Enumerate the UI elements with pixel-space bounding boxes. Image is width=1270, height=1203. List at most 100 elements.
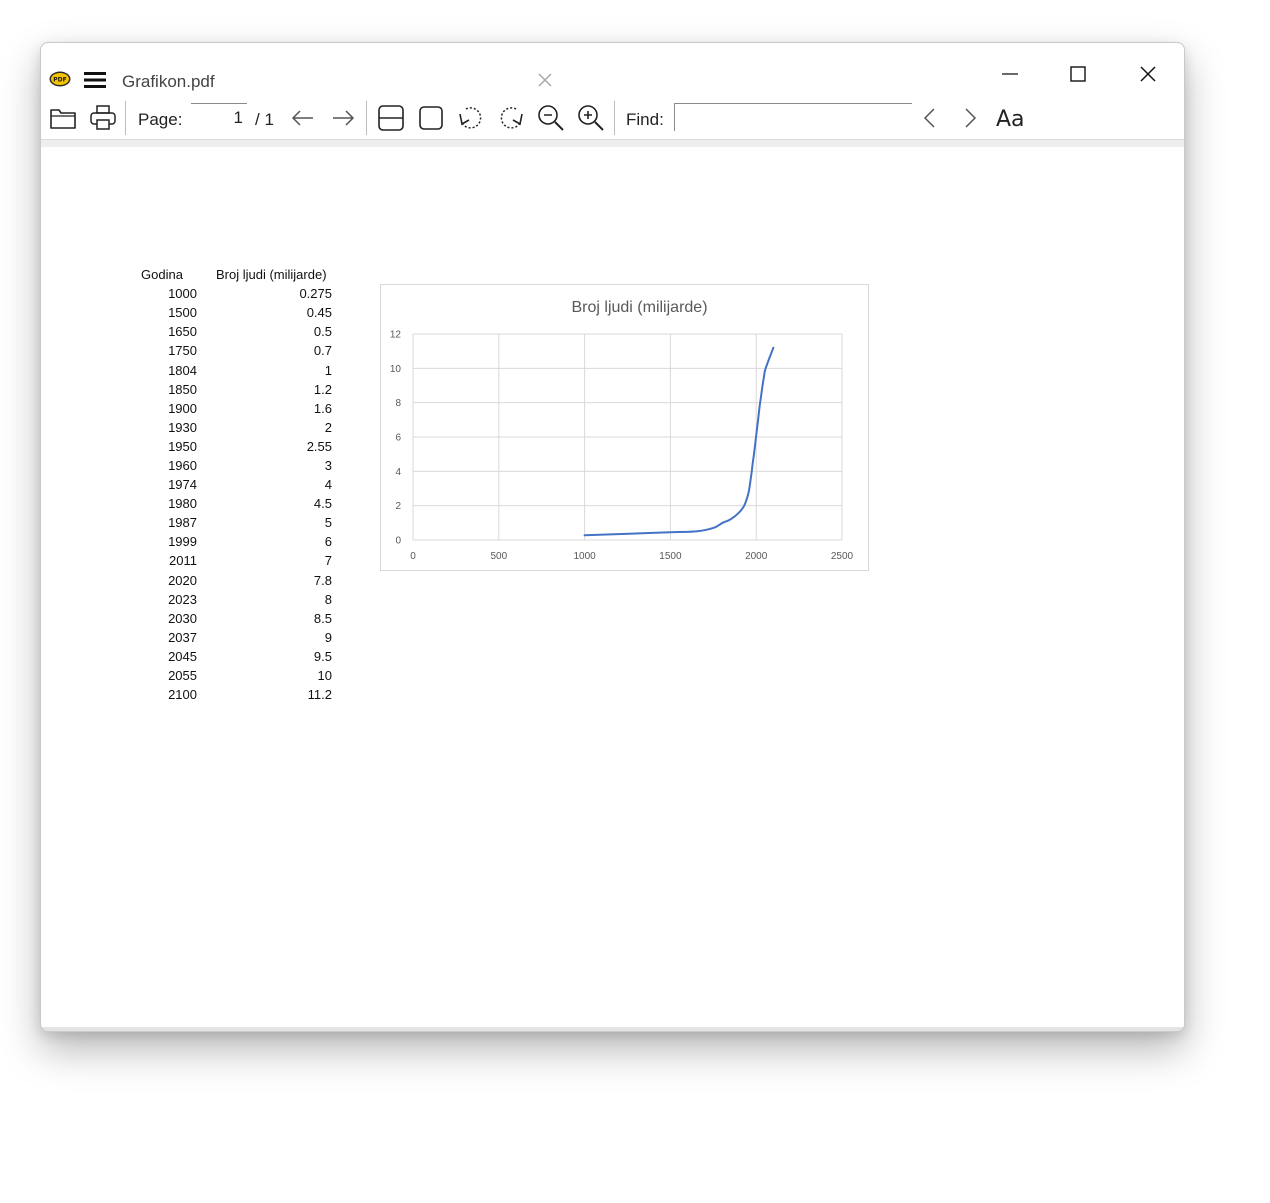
cell-population: 4.5 bbox=[313, 496, 332, 512]
cell-year: 1850 bbox=[168, 381, 197, 397]
cell-population: 3 bbox=[324, 457, 332, 473]
chevron-right-icon[interactable] bbox=[955, 103, 985, 133]
cell-population: 11.2 bbox=[307, 687, 332, 703]
cell-year: 2023 bbox=[168, 591, 197, 607]
table-row: 1850 1.2 bbox=[137, 380, 332, 399]
cell-year: 1900 bbox=[168, 400, 197, 416]
table-row: 1750 0.7 bbox=[137, 341, 332, 360]
cell-year: 2011 bbox=[169, 553, 197, 569]
cell-population: 5 bbox=[324, 515, 332, 531]
cell-population: 8.5 bbox=[313, 610, 332, 626]
cell-population: 7.8 bbox=[313, 572, 332, 588]
table-row: 1900 1.6 bbox=[137, 399, 332, 418]
y-tick-label: 4 bbox=[395, 467, 401, 478]
cell-population: 0.5 bbox=[313, 324, 332, 340]
cell-year: 2045 bbox=[168, 648, 197, 664]
match-case-button[interactable]: Aa bbox=[996, 107, 1025, 132]
cell-population: 0.45 bbox=[306, 305, 332, 321]
y-tick-label: 0 bbox=[395, 536, 401, 547]
cell-year: 1974 bbox=[168, 477, 197, 493]
column-header-year: Godina bbox=[141, 267, 183, 283]
maximize-icon[interactable] bbox=[1057, 53, 1099, 95]
pdf-app-icon: PDF bbox=[49, 71, 71, 87]
fit-page-icon[interactable] bbox=[416, 103, 446, 133]
arrow-left-icon[interactable] bbox=[288, 103, 318, 133]
cell-population: 10 bbox=[317, 668, 332, 684]
y-tick-label: 10 bbox=[390, 364, 402, 375]
cell-population: 0.275 bbox=[299, 286, 332, 302]
y-tick-label: 2 bbox=[395, 501, 401, 512]
table-row: 1987 5 bbox=[137, 513, 332, 532]
find-input[interactable] bbox=[674, 103, 912, 131]
table-body: 1000 0.275 1500 0.45 1650 0.5 1750 0.7 1804 1 1850… bbox=[137, 284, 332, 704]
column-header-population: Broj ljudi (milijarde) bbox=[216, 267, 327, 283]
table-row: 2020 7.8 bbox=[137, 571, 332, 590]
cell-year: 2030 bbox=[168, 610, 197, 626]
table-row: 2045 9.5 bbox=[137, 647, 332, 666]
table-row: 2030 8.5 bbox=[137, 609, 332, 628]
fit-width-icon[interactable] bbox=[376, 103, 406, 133]
y-tick-label: 6 bbox=[395, 433, 401, 444]
cell-population: 8 bbox=[324, 591, 332, 607]
table-row: 1500 0.45 bbox=[137, 303, 332, 322]
close-window-icon[interactable] bbox=[1127, 53, 1169, 95]
zoom-out-icon[interactable] bbox=[536, 103, 566, 133]
table-row: 1930 2 bbox=[137, 418, 332, 437]
chart-title: Broj ljudi (milijarde) bbox=[571, 299, 707, 316]
app-icon-text: PDF bbox=[53, 77, 66, 84]
title-bar: PDF Grafikon.pdf bbox=[41, 43, 1184, 99]
printer-icon[interactable] bbox=[88, 103, 118, 133]
y-tick-label: 12 bbox=[390, 330, 402, 341]
chevron-left-icon[interactable] bbox=[915, 103, 945, 133]
cell-year: 2055 bbox=[168, 668, 197, 684]
table-row: 2023 8 bbox=[137, 590, 332, 609]
cell-year: 1804 bbox=[168, 362, 197, 378]
page-number-input[interactable] bbox=[191, 103, 247, 131]
table-row: 1980 4.5 bbox=[137, 494, 332, 513]
cell-population: 9 bbox=[324, 629, 332, 645]
cell-year: 2100 bbox=[168, 687, 197, 703]
cell-year: 1650 bbox=[168, 324, 197, 340]
cell-year: 2037 bbox=[168, 629, 197, 645]
data-table: Godina Broj ljudi (milijarde) 1000 0.275 1… bbox=[137, 265, 332, 704]
toolbar-separator bbox=[614, 101, 615, 135]
cell-year: 2020 bbox=[168, 572, 197, 588]
close-tab-icon[interactable] bbox=[536, 71, 554, 89]
cell-population: 4 bbox=[324, 477, 332, 493]
cell-population: 1.6 bbox=[313, 400, 332, 416]
cell-population: 2 bbox=[324, 419, 332, 435]
table-row: 2037 9 bbox=[137, 628, 332, 647]
document-bottom-border bbox=[41, 1027, 1184, 1031]
table-row: 1974 4 bbox=[137, 475, 332, 494]
page-label: Page: bbox=[138, 110, 183, 129]
table-row: 2055 10 bbox=[137, 666, 332, 685]
table-row: 1000 0.275 bbox=[137, 284, 332, 303]
cell-population: 6 bbox=[324, 534, 332, 550]
rotate-right-icon[interactable] bbox=[496, 103, 526, 133]
x-tick-label: 0 bbox=[410, 551, 416, 562]
cell-year: 1999 bbox=[168, 534, 197, 550]
cell-population: 1.2 bbox=[313, 381, 332, 397]
page-total: / 1 bbox=[255, 110, 274, 129]
folder-icon[interactable] bbox=[48, 103, 78, 133]
minimize-icon[interactable] bbox=[989, 53, 1031, 95]
cell-year: 1930 bbox=[168, 419, 197, 435]
cell-year: 1500 bbox=[168, 305, 197, 321]
arrow-right-icon[interactable] bbox=[328, 103, 358, 133]
table-row: 1999 6 bbox=[137, 532, 332, 551]
toolbar: Page: / 1 bbox=[41, 99, 1184, 139]
cell-year: 1950 bbox=[168, 438, 197, 454]
x-tick-label: 2500 bbox=[831, 551, 854, 562]
chart-container: 0 2 4 6 8 10 12 0 500 1000 1500 2000 2500 Broj ljudi … bbox=[380, 284, 869, 571]
zoom-in-icon[interactable] bbox=[576, 103, 606, 133]
table-header-row: Godina Broj ljudi (milijarde) bbox=[137, 265, 332, 284]
document-tab-title[interactable]: Grafikon.pdf bbox=[122, 72, 215, 92]
toolbar-separator bbox=[125, 101, 126, 135]
toolbar-separator bbox=[366, 101, 367, 135]
table-row: 1650 0.5 bbox=[137, 322, 332, 341]
table-row: 1804 1 bbox=[137, 360, 332, 379]
cell-year: 1960 bbox=[168, 457, 197, 473]
cell-population: 0.7 bbox=[313, 343, 332, 359]
hamburger-icon[interactable] bbox=[83, 69, 107, 91]
rotate-left-icon[interactable] bbox=[456, 103, 486, 133]
